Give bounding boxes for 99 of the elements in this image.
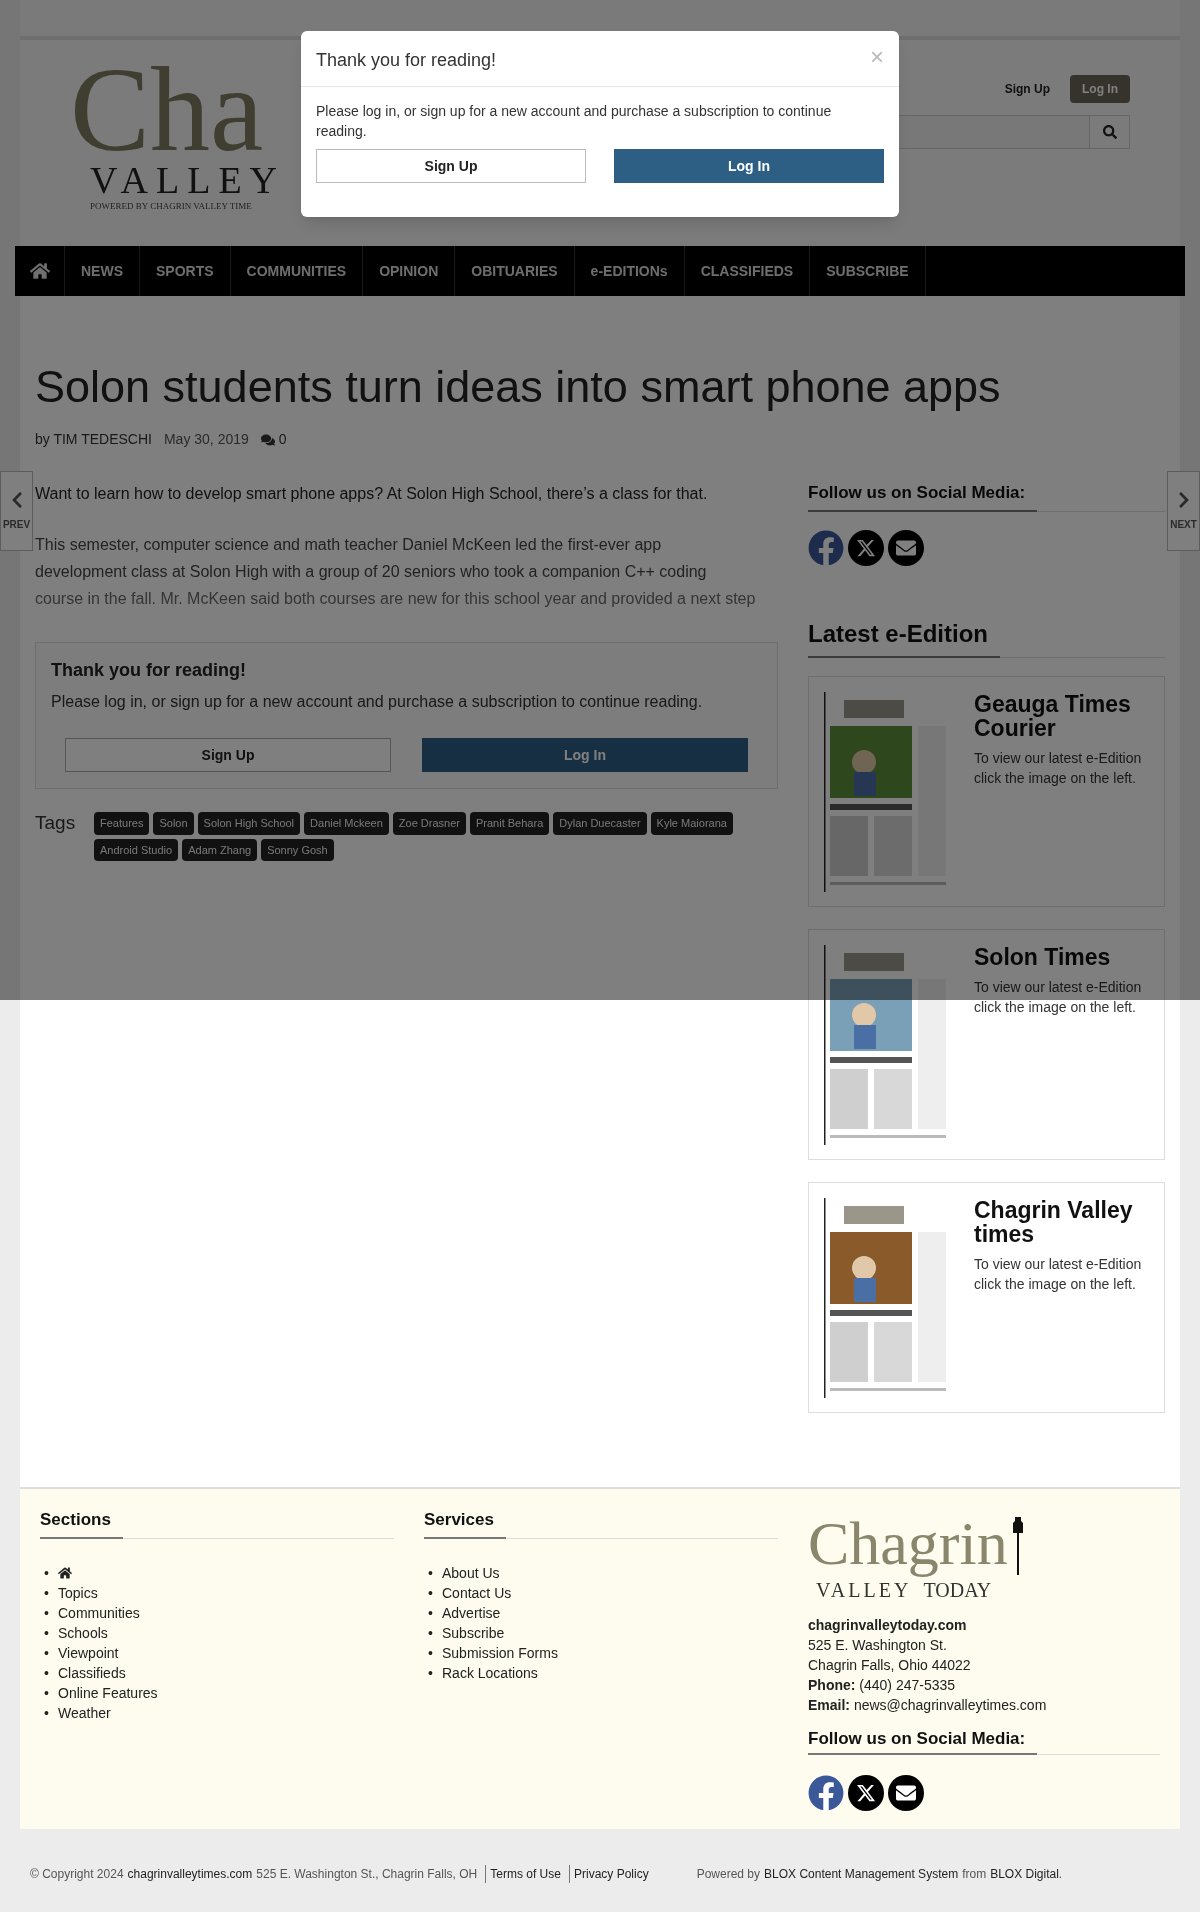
logo-text[interactable]: VALLEY (70, 160, 286, 200)
footer-link[interactable]: Subscribe (442, 1622, 505, 1643)
tags-label: Tags (35, 811, 77, 835)
envelope-icon[interactable] (888, 1775, 924, 1811)
publish-date: May 30, 2019 (163, 430, 249, 449)
address-line: 525 E. Washington St. (808, 1636, 948, 1655)
period-text: . (1058, 1866, 1063, 1883)
bullet: • (43, 1623, 50, 1643)
tag-link[interactable]: Sonny Gosh (261, 838, 334, 861)
tag-link[interactable]: Daniel Mckeen (304, 812, 389, 835)
phone-line: Phone: (440) 247-5335 (808, 1676, 957, 1695)
footer-link[interactable]: Submission Forms (442, 1642, 558, 1663)
privacy-link[interactable]: Privacy Policy (568, 1865, 649, 1883)
address-line: Chagrin Falls, Ohio 44022 (808, 1656, 972, 1675)
edition-title[interactable]: Geauga Times Courier (974, 691, 1149, 740)
article-paragraph: Want to learn how to develop smart phone apps? At Solon High School, there’s a class for that. (35, 484, 709, 504)
search-icon (1102, 125, 1117, 139)
bullet: • (43, 1683, 50, 1703)
log-in-button[interactable]: Log In (1070, 75, 1130, 103)
bullet: • (427, 1663, 434, 1683)
section-heading: Sections (40, 1507, 123, 1539)
sign-up-button[interactable]: Sign Up (65, 738, 391, 772)
logo-text[interactable]: Cha (70, 60, 286, 160)
tag-link[interactable]: Zoe Drasner (392, 812, 466, 835)
bullet: • (427, 1623, 434, 1643)
paywall-message: Please log in, or sign up for a new account and purchase a subscription to continue reading. (51, 692, 704, 712)
powered-by-text: Powered by (696, 1866, 761, 1883)
tag-link[interactable]: Android Studio (94, 838, 179, 861)
footer-link[interactable]: Contact Us (442, 1582, 512, 1603)
address-text: 525 E. Washington St., Chagrin Falls, OH (256, 1866, 478, 1883)
from-text: from (962, 1866, 987, 1883)
site-name[interactable]: chagrinvalleytoday.com (808, 1615, 1160, 1635)
bullet: • (427, 1563, 434, 1583)
section-heading: Latest e-Edition (808, 615, 1000, 658)
x-logo-icon[interactable] (848, 1775, 884, 1811)
terms-link[interactable]: Terms of Use (485, 1865, 561, 1883)
bullet: • (43, 1583, 50, 1603)
section-heading: Follow us on Social Media: (808, 1729, 1038, 1755)
footer-link[interactable]: Communities (58, 1602, 140, 1623)
article-paragraph: This semester, computer science and math teacher Daniel McKeen led the first-ever app development class at Solon High with a group of 20 seniors who took a companion C++ coding (35, 535, 708, 582)
footer-link[interactable]: Rack Locations (442, 1662, 538, 1683)
article-paragraph: course in the fall. Mr. McKeen said both courses are new for this school year and provided a next step (35, 589, 757, 609)
edition-title[interactable]: Chagrin Valley times (974, 1197, 1149, 1246)
comment-count[interactable]: 0 (260, 429, 287, 450)
log-in-button[interactable]: Log In (614, 149, 884, 183)
cms-link[interactable]: BLOX Content Management System (764, 1865, 959, 1883)
tag-link[interactable]: Features (94, 812, 150, 835)
bullet: • (427, 1603, 434, 1623)
edition-description: To view our latest e-Edition click the image on the left. (974, 1254, 1143, 1294)
section-heading: Follow us on Social Media: (808, 480, 1038, 512)
sign-up-button[interactable]: Sign Up (316, 149, 586, 183)
bullet: • (43, 1643, 50, 1663)
footer-link[interactable]: Classifieds (58, 1662, 126, 1683)
paywall-title: Thank you for reading! (51, 659, 247, 682)
tag-link[interactable]: Kyle Maiorana (650, 812, 733, 835)
home-icon[interactable] (58, 1565, 72, 1580)
vendor-link[interactable]: BLOX Digital (990, 1865, 1059, 1883)
lamp-post-icon (1011, 1515, 1024, 1575)
log-in-button[interactable]: Log In (422, 738, 748, 772)
footer-link[interactable]: Viewpoint (58, 1642, 119, 1663)
logo-tagline: POWERED BY CHAGRIN VALLEY TIME (89, 200, 253, 213)
email-line: Email: news@chagrinvalleytimes.com (808, 1696, 1048, 1715)
footer-link[interactable]: Topics (58, 1582, 98, 1603)
footer-link[interactable]: Online Features (58, 1682, 158, 1703)
footer-link[interactable]: Schools (58, 1622, 108, 1643)
bullet: • (427, 1583, 434, 1603)
edition-description: To view our latest e-Edition click the image on the left. (974, 748, 1143, 788)
bullet: • (427, 1643, 434, 1663)
footer-logo-text[interactable]: VALLEY (816, 1579, 912, 1601)
search-button[interactable] (1090, 115, 1130, 149)
bullet: • (43, 1703, 50, 1723)
article-title: Solon students turn ideas into smart phone apps (35, 360, 1002, 414)
edition-title[interactable]: Solon Times (974, 944, 1149, 969)
edition-description: To view our latest e-Edition click the image on the left. (974, 977, 1143, 1017)
tag-link[interactable]: Dylan Duecaster (553, 812, 647, 835)
section-heading: Services (424, 1507, 506, 1539)
bullet: • (43, 1563, 50, 1583)
tag-link[interactable]: Solon High School (197, 812, 301, 835)
tag-link[interactable]: Pranit Behara (470, 812, 550, 835)
bullet: • (43, 1663, 50, 1683)
bullet: • (43, 1603, 50, 1623)
footer-link[interactable]: About Us (442, 1562, 500, 1583)
sign-up-link[interactable]: Sign Up (1004, 80, 1050, 98)
tag-link[interactable]: Solon (153, 812, 194, 835)
prev-link[interactable]: PREV (0, 471, 33, 551)
facebook-icon[interactable] (808, 1775, 844, 1811)
tag-link[interactable]: Adam Zhang (182, 838, 258, 861)
dialog-message: Please log in, or sign up for a new account and purchase a subscription to continue reading. (315, 102, 833, 141)
footer-logo-text[interactable]: TODAY (923, 1579, 992, 1601)
dialog-title: Thank you for reading! (316, 49, 497, 72)
footer-link[interactable]: Advertise (442, 1602, 501, 1623)
copyright-text: © Copyright 2024 (30, 1866, 124, 1883)
footer-link[interactable]: Weather (58, 1702, 111, 1723)
footer-logo-text[interactable]: Chagrin (808, 1507, 1008, 1579)
site-link[interactable]: chagrinvalleytimes.com (127, 1865, 253, 1883)
comments-icon (260, 432, 275, 447)
facebook-icon[interactable] (808, 529, 844, 566)
next-link[interactable]: NEXT (1167, 471, 1200, 551)
author-byline[interactable]: by TIM TEDESCHI (35, 429, 152, 450)
